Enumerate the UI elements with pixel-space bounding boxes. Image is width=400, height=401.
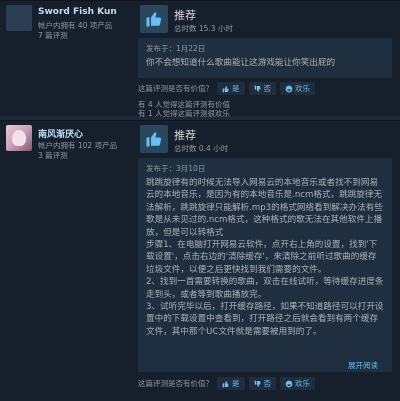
review-content: 推荐 总时数 0.4 小时 发布于：3月10日 跳跳旋律有的时候无法导入网易云的… [130, 121, 400, 401]
avatar[interactable] [6, 125, 32, 151]
thumbs-down-icon [254, 85, 261, 92]
thumbs-up-icon [140, 5, 168, 33]
review-text: 跳跳旋律有的时候无法导入网易云的本地音乐或者找不到网易云的本地音乐，是因为有的本… [146, 178, 384, 337]
review-count[interactable]: 7 篇评测 [38, 30, 68, 41]
yes-button[interactable]: 是 [217, 82, 245, 95]
funny-button[interactable]: 欢乐 [280, 82, 315, 95]
thumbs-up-icon [222, 380, 229, 387]
reviewer-name[interactable]: 南风渐厌心 [38, 127, 83, 140]
helpful-row: 这篇评测是否有价值？ 是 否 欢乐 [138, 82, 392, 95]
review-content: 推荐 总时数 15.3 小时 发布于：1月22日 你不会想知道什么歌曲能让这游戏… [130, 1, 400, 118]
thumbs-up-icon [222, 85, 229, 92]
funny-label: 欢乐 [295, 84, 310, 93]
laugh-icon [285, 85, 293, 92]
helpful-question: 这篇评测是否有价值？ [138, 379, 213, 388]
review-card: Sword Fish Kun 帐户内拥有 40 项产品 7 篇评测 推荐 总时数… [0, 0, 400, 118]
helpful-row: 这篇评测是否有价值？ 是 否 欢乐 [138, 377, 392, 390]
thumbs-down-icon [254, 380, 261, 387]
no-button[interactable]: 否 [248, 82, 276, 95]
funny-button[interactable]: 欢乐 [280, 377, 315, 390]
thumbs-up-icon [140, 125, 168, 153]
funny-count: 有 1 人觉得这篇评测很欢乐 [138, 109, 231, 118]
playtime-hours: 总时数 0.4 小时 [174, 144, 229, 153]
helpful-question: 这篇评测是否有价值？ [138, 84, 213, 93]
playtime-hours: 总时数 15.3 小时 [174, 24, 233, 33]
review-verdict[interactable]: 推荐 [174, 7, 196, 23]
yes-label: 是 [232, 379, 240, 388]
review-card: 南风渐厌心 帐户内拥有 102 项产品 3 篇评测 推荐 总时数 0.4 小时 … [0, 120, 400, 401]
funny-label: 欢乐 [295, 379, 310, 388]
no-label: 否 [263, 84, 272, 93]
post-date: 发布于：1月22日 [146, 44, 206, 53]
review-text: 你不会想知道什么歌曲能让这游戏能让你笑出屁的 [146, 58, 336, 68]
review-body: 发布于：1月22日 你不会想知道什么歌曲能让这游戏能让你笑出屁的 [138, 38, 392, 78]
review-body: 发布于：3月10日 跳跳旋律有的时候无法导入网易云的本地音乐或者找不到网易云的本… [138, 158, 392, 372]
yes-button[interactable]: 是 [217, 377, 245, 390]
laugh-icon [285, 380, 293, 387]
no-label: 否 [263, 379, 272, 388]
review-count[interactable]: 3 篇评测 [38, 150, 68, 161]
reviewer-name[interactable]: Sword Fish Kun [38, 7, 117, 17]
yes-label: 是 [232, 84, 240, 93]
reviews-page: Sword Fish Kun 帐户内拥有 40 项产品 7 篇评测 推荐 总时数… [0, 0, 400, 401]
review-verdict[interactable]: 推荐 [174, 127, 196, 143]
avatar[interactable] [6, 5, 32, 31]
read-more-link[interactable]: 展开阅读 [348, 360, 378, 371]
no-button[interactable]: 否 [248, 377, 276, 390]
post-date: 发布于：3月10日 [146, 164, 206, 173]
